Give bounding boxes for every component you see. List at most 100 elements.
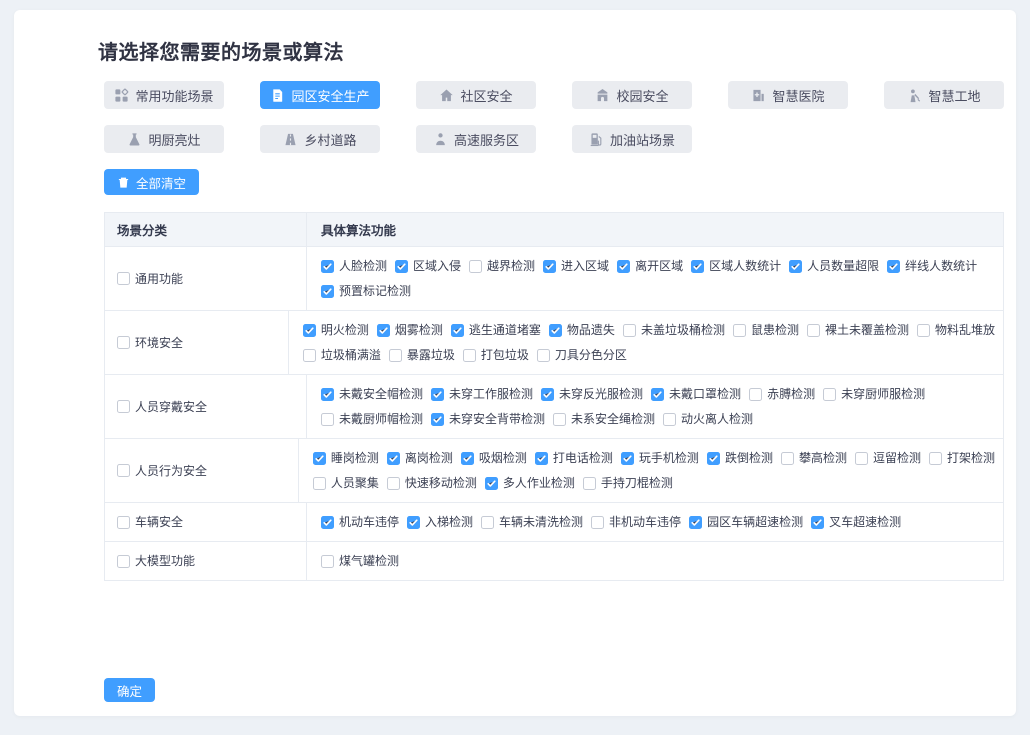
category-checkbox[interactable]: 人员行为安全 — [117, 462, 207, 480]
scene-button[interactable]: 乡村道路 — [260, 125, 380, 153]
algorithm-checkbox[interactable]: 明火检测 — [303, 321, 369, 339]
algorithm-checkbox[interactable]: 预置标记检测 — [321, 282, 411, 300]
algorithm-checkbox[interactable]: 未穿安全背带检测 — [431, 410, 545, 428]
algorithm-line: 睡岗检测 离岗检测 吸烟检测 打电话检测 玩手机检测 跌倒检测 攀高检测 逗留检… — [313, 449, 995, 467]
algorithm-checkbox[interactable]: 跌倒检测 — [707, 449, 773, 467]
scene-button[interactable]: 校园安全 — [572, 81, 692, 109]
checkbox-label: 打架检测 — [947, 449, 995, 467]
algorithm-checkbox[interactable]: 车辆未清洗检测 — [481, 513, 583, 531]
algorithm-checkbox[interactable]: 未戴安全帽检测 — [321, 385, 423, 403]
scene-button-label: 智慧工地 — [928, 86, 980, 105]
checkbox-label: 人脸检测 — [339, 257, 387, 275]
algorithm-checkbox[interactable]: 机动车违停 — [321, 513, 399, 531]
scene-button[interactable]: 常用功能场景 — [104, 81, 224, 109]
checkbox — [535, 452, 548, 465]
algorithm-checkbox[interactable]: 裸土未覆盖检测 — [807, 321, 909, 339]
category-checkbox[interactable]: 车辆安全 — [117, 513, 183, 531]
hospital-icon — [751, 88, 766, 103]
algorithm-checkbox[interactable]: 攀高检测 — [781, 449, 847, 467]
algorithm-checkbox[interactable]: 未戴口罩检测 — [651, 385, 741, 403]
algorithm-line: 垃圾桶满溢 暴露垃圾 打包垃圾 刀具分色分区 — [303, 346, 995, 364]
checkbox-label: 跌倒检测 — [725, 449, 773, 467]
algorithm-checkbox[interactable]: 非机动车违停 — [591, 513, 681, 531]
algorithm-checkbox[interactable]: 未穿反光服检测 — [541, 385, 643, 403]
checkbox-label: 打包垃圾 — [481, 346, 529, 364]
algorithm-checkbox[interactable]: 动火离人检测 — [663, 410, 753, 428]
algorithms-cell: 明火检测 烟雾检测 逃生通道堵塞 物品遗失 未盖垃圾桶检测 鼠患检测 裸土未覆盖… — [288, 311, 1003, 374]
checkbox — [313, 477, 326, 490]
algorithm-checkbox[interactable]: 鼠患检测 — [733, 321, 799, 339]
checkbox-label: 打电话检测 — [553, 449, 613, 467]
scene-button-label: 校园安全 — [616, 86, 668, 105]
algorithm-checkbox[interactable]: 人员聚集 — [313, 474, 379, 492]
algorithm-checkbox[interactable]: 手持刀棍检测 — [583, 474, 673, 492]
algorithm-checkbox[interactable]: 未盖垃圾桶检测 — [623, 321, 725, 339]
algorithm-checkbox[interactable]: 暴露垃圾 — [389, 346, 455, 364]
checkbox-label: 未戴口罩检测 — [669, 385, 741, 403]
algorithm-checkbox[interactable]: 未系安全绳检测 — [553, 410, 655, 428]
algorithm-checkbox[interactable]: 物品遗失 — [549, 321, 615, 339]
scene-button[interactable]: 高速服务区 — [416, 125, 536, 153]
algorithm-checkbox[interactable]: 未穿工作服检测 — [431, 385, 533, 403]
algorithm-checkbox[interactable]: 赤膊检测 — [749, 385, 815, 403]
algorithm-checkbox[interactable]: 打包垃圾 — [463, 346, 529, 364]
check-icon — [652, 389, 663, 400]
category-checkbox[interactable]: 环境安全 — [117, 334, 183, 352]
algorithm-line: 煤气罐检测 — [321, 552, 995, 570]
scene-button-label: 明厨亮灶 — [148, 130, 200, 149]
confirm-button[interactable]: 确定 — [104, 678, 155, 702]
algorithm-checkbox[interactable]: 人员数量超限 — [789, 257, 879, 275]
checkbox-label: 越界检测 — [487, 257, 535, 275]
algorithm-checkbox[interactable]: 垃圾桶满溢 — [303, 346, 381, 364]
category-checkbox[interactable]: 人员穿戴安全 — [117, 398, 207, 416]
algorithm-checkbox[interactable]: 离岗检测 — [387, 449, 453, 467]
scene-button[interactable]: 智慧工地 — [884, 81, 1004, 109]
scene-button[interactable]: 智慧医院 — [728, 81, 848, 109]
checkbox-label: 人员聚集 — [331, 474, 379, 492]
algorithm-checkbox[interactable]: 烟雾检测 — [377, 321, 443, 339]
scene-button[interactable]: 社区安全 — [416, 81, 536, 109]
category-checkbox[interactable]: 大模型功能 — [117, 552, 195, 570]
checkbox-label: 离开区域 — [635, 257, 683, 275]
clear-all-button[interactable]: 全部清空 — [104, 169, 199, 195]
algorithm-checkbox[interactable]: 入梯检测 — [407, 513, 473, 531]
check-icon — [432, 414, 443, 425]
algorithm-checkbox[interactable]: 区域人数统计 — [691, 257, 781, 275]
algorithm-checkbox[interactable]: 快速移动检测 — [387, 474, 477, 492]
algorithm-checkbox[interactable]: 刀具分色分区 — [537, 346, 627, 364]
algorithm-checkbox[interactable]: 玩手机检测 — [621, 449, 699, 467]
algorithm-checkbox[interactable]: 吸烟检测 — [461, 449, 527, 467]
algorithm-checkbox[interactable]: 逃生通道堵塞 — [451, 321, 541, 339]
checkbox — [431, 388, 444, 401]
checkbox — [303, 349, 316, 362]
algorithm-checkbox[interactable]: 多人作业检测 — [485, 474, 575, 492]
algorithm-checkbox[interactable]: 叉车超速检测 — [811, 513, 901, 531]
category-checkbox[interactable]: 通用功能 — [117, 270, 183, 288]
scene-button[interactable]: 园区安全生产 — [260, 81, 380, 109]
algorithm-checkbox[interactable]: 园区车辆超速检测 — [689, 513, 803, 531]
checkbox — [789, 260, 802, 273]
check-icon — [790, 261, 801, 272]
algorithm-checkbox[interactable]: 区域入侵 — [395, 257, 461, 275]
check-icon — [542, 389, 553, 400]
scene-button[interactable]: 加油站场景 — [572, 125, 692, 153]
person-pin-icon — [433, 132, 448, 147]
algorithm-checkbox[interactable]: 进入区域 — [543, 257, 609, 275]
scene-button[interactable]: 明厨亮灶 — [104, 125, 224, 153]
algorithm-checkbox[interactable]: 人脸检测 — [321, 257, 387, 275]
algorithm-checkbox[interactable]: 未穿厨师服检测 — [823, 385, 925, 403]
category-cell: 人员行为安全 — [105, 439, 298, 502]
algorithm-checkbox[interactable]: 睡岗检测 — [313, 449, 379, 467]
table-row: 环境安全 明火检测 烟雾检测 逃生通道堵塞 物品遗失 未盖垃圾桶检测 鼠患检测 … — [105, 311, 1003, 375]
algorithm-checkbox[interactable]: 离开区域 — [617, 257, 683, 275]
algorithm-checkbox[interactable]: 越界检测 — [469, 257, 535, 275]
category-cell: 大模型功能 — [105, 542, 306, 580]
algorithm-checkbox[interactable]: 打电话检测 — [535, 449, 613, 467]
scene-button-label: 园区安全生产 — [291, 86, 369, 105]
algorithm-checkbox[interactable]: 煤气罐检测 — [321, 552, 399, 570]
algorithm-checkbox[interactable]: 未戴厨师帽检测 — [321, 410, 423, 428]
algorithm-checkbox[interactable]: 打架检测 — [929, 449, 995, 467]
algorithm-checkbox[interactable]: 逗留检测 — [855, 449, 921, 467]
algorithm-checkbox[interactable]: 物料乱堆放 — [917, 321, 995, 339]
algorithm-checkbox[interactable]: 绊线人数统计 — [887, 257, 977, 275]
